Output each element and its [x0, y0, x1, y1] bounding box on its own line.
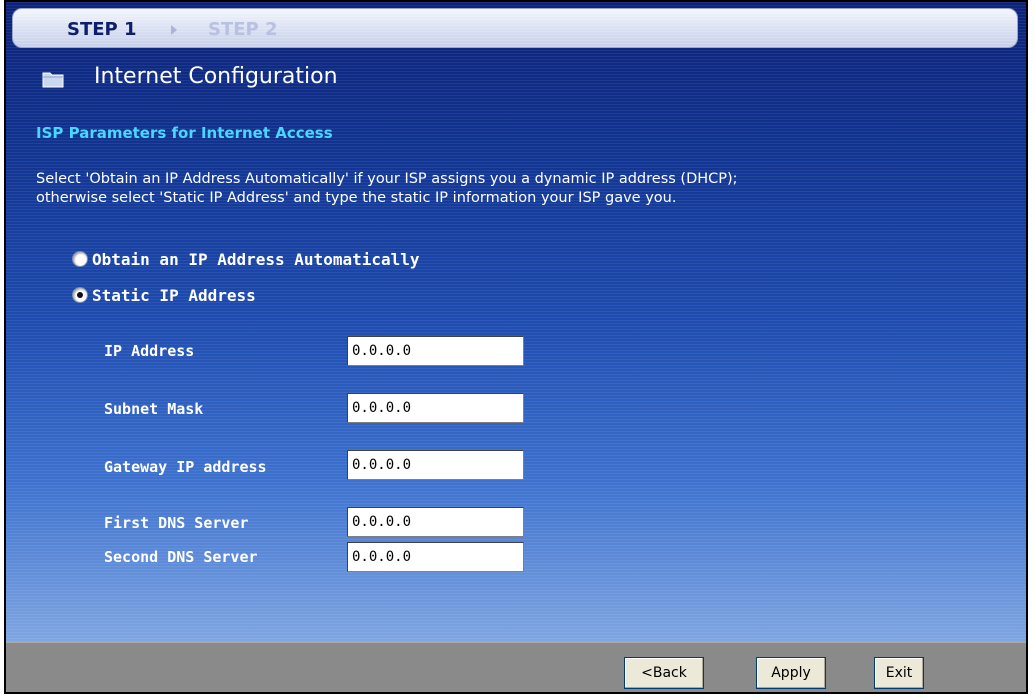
ip-address-input[interactable] — [347, 336, 524, 366]
step-2-label: STEP 2 — [208, 19, 278, 40]
ip-address-label: IP Address — [104, 342, 195, 360]
gateway-ip-label: Gateway IP address — [104, 458, 267, 476]
step-bar: STEP 1 STEP 2 — [12, 8, 1018, 48]
subnet-mask-input[interactable] — [347, 393, 524, 423]
back-button[interactable]: <Back — [624, 657, 704, 689]
obtain-ip-automatically-radio[interactable] — [72, 251, 88, 267]
subnet-mask-label: Subnet Mask — [104, 400, 204, 418]
obtain-ip-automatically-label[interactable]: Obtain an IP Address Automatically — [92, 250, 420, 269]
first-dns-input[interactable] — [347, 507, 524, 537]
first-dns-label: First DNS Server — [104, 514, 249, 532]
gateway-ip-input[interactable] — [347, 450, 524, 480]
wizard-window: STEP 1 STEP 2 Internet Configuration ISP… — [4, 0, 1028, 694]
instructions-line-1: Select 'Obtain an IP Address Automatical… — [36, 171, 738, 187]
static-ip-radio[interactable] — [72, 287, 88, 303]
step-1-label: STEP 1 — [67, 19, 137, 40]
folder-icon — [42, 70, 64, 88]
instructions-line-2: otherwise select 'Static IP Address' and… — [36, 190, 677, 206]
arrow-right-icon — [171, 25, 177, 35]
static-ip-label[interactable]: Static IP Address — [92, 286, 256, 305]
second-dns-label: Second DNS Server — [104, 548, 258, 566]
button-bar: <Back Apply Exit — [6, 642, 1026, 692]
second-dns-input[interactable] — [347, 542, 524, 572]
apply-button[interactable]: Apply — [756, 657, 826, 689]
instructions-text: Select 'Obtain an IP Address Automatical… — [36, 170, 1026, 208]
exit-button[interactable]: Exit — [874, 657, 924, 689]
section-title: ISP Parameters for Internet Access — [36, 124, 333, 142]
config-panel: STEP 1 STEP 2 Internet Configuration ISP… — [6, 2, 1026, 642]
page-title: Internet Configuration — [94, 64, 338, 89]
